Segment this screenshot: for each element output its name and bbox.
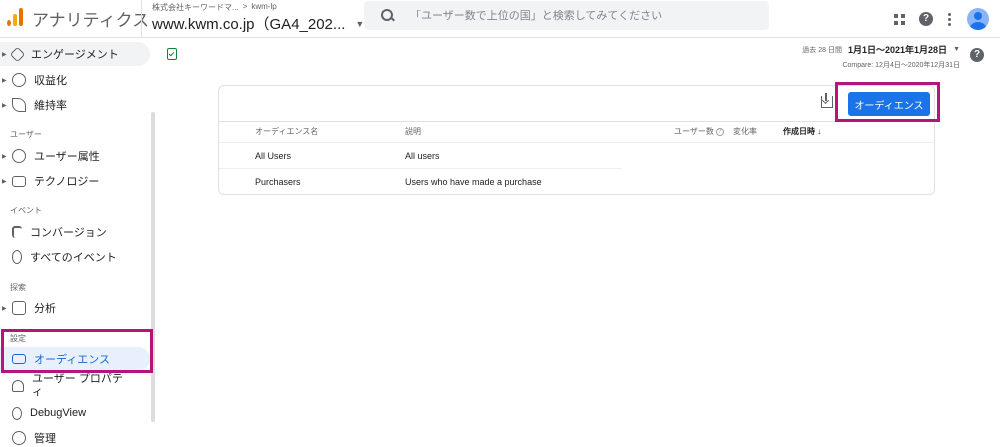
sidebar-item-label: ユーザー プロパテ ィ	[32, 373, 123, 398]
search-bar[interactable]	[364, 1, 769, 30]
sidebar-item-demographics[interactable]: ▶ ユーザー属性	[0, 144, 150, 168]
devices-icon	[12, 175, 26, 187]
date-range-picker[interactable]: 過去 28 日間 1月1日～2021年1月28日 ▼ Compare: 12月4…	[802, 43, 960, 70]
sidebar-item-label: 収益化	[34, 75, 67, 87]
sidebar-item-label: エンゲージメント	[31, 49, 119, 61]
sidebar-item-engagement[interactable]: ▶ エンゲージメント	[0, 42, 150, 66]
column-header-change[interactable]: 変化率	[733, 126, 757, 137]
row-divider	[219, 168, 621, 169]
report-status-icon[interactable]	[167, 48, 177, 60]
flag-icon	[12, 226, 22, 238]
more-vert-icon[interactable]	[947, 12, 951, 26]
sidebar-item-label: 分析	[34, 303, 56, 315]
analytics-logo[interactable]	[7, 8, 23, 26]
date-range-value: 1月1日～2021年1月28日	[848, 45, 948, 55]
sidebar: ▶ エンゲージメント ▶ 収益化 ▶ 維持率 ユーザー ▶ ユーザー属性 ▶ テ…	[0, 39, 156, 447]
expand-arrow-icon: ▶	[2, 153, 7, 160]
globe-icon	[12, 149, 26, 163]
column-header-name[interactable]: オーディエンス名	[255, 126, 318, 137]
help-icon[interactable]: ?	[919, 12, 933, 26]
header-actions: ?	[894, 8, 989, 30]
sidebar-item-label: テクノロジー	[34, 176, 100, 188]
sidebar-item-user-properties[interactable]: ユーザー プロパテ ィ	[0, 373, 150, 399]
engagement-icon	[9, 46, 26, 62]
retention-icon	[12, 98, 26, 112]
column-header-users-label: ユーザー数	[674, 127, 714, 136]
expand-arrow-icon: ▶	[2, 305, 7, 312]
section-label-event: イベント	[10, 206, 42, 215]
sidebar-scrollbar[interactable]	[151, 112, 155, 422]
sort-arrow-icon: ↓	[817, 127, 822, 136]
date-range-label: 過去 28 日間	[802, 46, 842, 54]
property-name: www.kwm.co.jp（GA4_202...	[152, 16, 346, 33]
breadcrumb-separator: >	[242, 2, 248, 11]
row-name[interactable]: All Users	[255, 151, 291, 161]
help-icon[interactable]: ?	[970, 48, 984, 62]
expand-arrow-icon: ▶	[2, 51, 7, 58]
download-icon[interactable]	[821, 93, 833, 108]
apps-grid-icon[interactable]	[894, 13, 905, 25]
breadcrumb-property[interactable]: kwm-lp	[251, 2, 276, 13]
caret-down-icon: ▼	[355, 18, 365, 29]
breadcrumb[interactable]: 株式会社キーワードマ... > kwm-lp	[152, 2, 277, 13]
sidebar-item-debugview[interactable]: DebugView	[0, 401, 150, 425]
column-header-created[interactable]: 作成日時 ↓	[783, 126, 821, 137]
column-header-users[interactable]: ユーザー数?	[674, 126, 724, 137]
sidebar-item-all-events[interactable]: すべてのイベント	[0, 245, 150, 269]
sidebar-item-label: すべてのイベント	[30, 252, 117, 264]
column-header-description[interactable]: 説明	[405, 126, 421, 137]
expand-arrow-icon: ▶	[2, 77, 7, 84]
highlight-box-button	[835, 82, 940, 122]
sidebar-item-label: DebugView	[30, 407, 87, 419]
sidebar-item-label: 管理	[34, 433, 56, 445]
divider	[219, 121, 934, 122]
row-divider	[219, 142, 934, 143]
user-property-icon	[12, 380, 24, 392]
search-input[interactable]	[409, 9, 769, 22]
expand-arrow-icon: ▶	[2, 102, 7, 109]
avatar[interactable]	[967, 8, 989, 30]
monetization-icon	[12, 73, 26, 87]
sidebar-item-monetization[interactable]: ▶ 収益化	[0, 68, 150, 92]
property-selector[interactable]: www.kwm.co.jp（GA4_202... ▼	[152, 13, 364, 34]
column-header-created-label: 作成日時	[783, 127, 815, 136]
section-label-user: ユーザー	[10, 130, 42, 139]
sidebar-item-conversions[interactable]: コンバージョン	[0, 220, 150, 244]
section-label-explore: 探索	[10, 283, 26, 292]
header-divider	[141, 0, 142, 38]
date-range-compare: Compare: 12月4日～2020年12月31日	[842, 62, 960, 69]
breadcrumb-account[interactable]: 株式会社キーワードマ...	[152, 2, 239, 13]
analysis-icon	[12, 301, 26, 315]
expand-arrow-icon: ▶	[2, 178, 7, 185]
sidebar-item-label: ユーザー属性	[34, 151, 100, 163]
caret-down-icon: ▼	[953, 46, 960, 53]
gear-icon	[12, 431, 26, 445]
sidebar-item-analysis[interactable]: ▶ 分析	[0, 296, 150, 320]
row-description: All users	[405, 151, 440, 161]
audience-table-card: オーディエンス オーディエンス名 説明 ユーザー数? 変化率 作成日時 ↓ Al…	[218, 85, 935, 195]
sidebar-item-label: コンバージョン	[30, 227, 107, 239]
app-title: アナリティクス	[32, 11, 150, 30]
sidebar-item-admin[interactable]: 管理	[0, 426, 150, 447]
search-icon	[380, 8, 396, 24]
touch-icon	[12, 250, 22, 264]
sidebar-item-retention[interactable]: ▶ 維持率	[0, 93, 150, 117]
sidebar-item-label: 維持率	[34, 100, 67, 112]
debug-icon	[12, 406, 22, 420]
sidebar-item-technology[interactable]: ▶ テクノロジー	[0, 169, 150, 193]
highlight-box-sidebar	[1, 329, 153, 373]
row-name[interactable]: Purchasers	[255, 177, 301, 187]
top-bar: アナリティクス 株式会社キーワードマ... > kwm-lp www.kwm.c…	[0, 0, 1000, 38]
info-icon[interactable]: ?	[715, 127, 724, 136]
row-description: Users who have made a purchase	[405, 177, 542, 187]
